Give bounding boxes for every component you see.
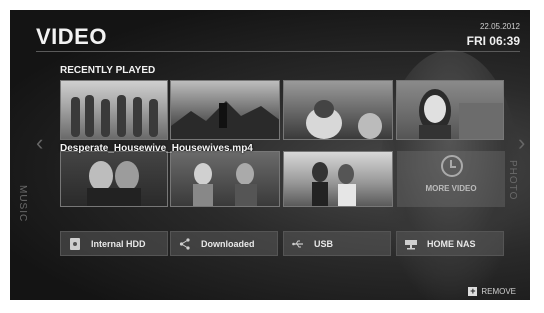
video-thumb-4[interactable] [396,80,504,140]
remove-button[interactable]: + REMOVE [468,286,516,297]
hdd-icon [70,238,80,250]
video-thumb-3[interactable] [283,80,393,140]
page-title: VIDEO [36,24,107,49]
source-usb[interactable]: USB [283,231,391,256]
section-title: RECENTLY PLAYED [60,65,156,76]
source-internal-hdd[interactable]: Internal HDD [60,231,168,256]
source-downloaded[interactable]: Downloaded [170,231,278,256]
selected-filename: Desperate_Housewive_Housewives.mp4 [60,143,253,154]
more-video-label: MORE VIDEO [425,184,477,193]
source-label: HOME NAS [427,239,476,249]
more-video-button[interactable]: MORE VIDEO [397,151,505,207]
usb-icon [292,240,303,248]
source-home-nas[interactable]: HOME NAS [396,231,504,256]
nav-photo[interactable]: PHOTO [507,160,518,200]
source-label: USB [314,239,334,249]
source-label: Internal HDD [91,239,146,249]
chevron-left-icon[interactable]: ‹ [36,130,43,156]
nav-music[interactable]: MUSIC [17,185,28,222]
video-thumb-2[interactable] [170,80,280,140]
video-thumb-1[interactable] [60,80,168,140]
video-screen: VIDEO 22.05.2012 FRI 06:39 RECENTLY PLAY… [10,10,530,300]
chevron-right-icon[interactable]: › [518,130,525,156]
video-thumb-7[interactable] [283,151,393,207]
video-thumb-5[interactable] [60,151,168,207]
video-thumb-6[interactable] [170,151,280,207]
share-icon [179,238,190,250]
time-label: FRI 06:39 [466,34,520,48]
clock-hand [450,166,456,168]
date-label: 22.05.2012 [479,22,520,31]
header-divider [36,51,520,52]
source-label: Downloaded [201,239,255,249]
plus-icon: + [468,286,478,297]
nas-icon [405,240,417,250]
remove-label: REMOVE [481,287,516,296]
